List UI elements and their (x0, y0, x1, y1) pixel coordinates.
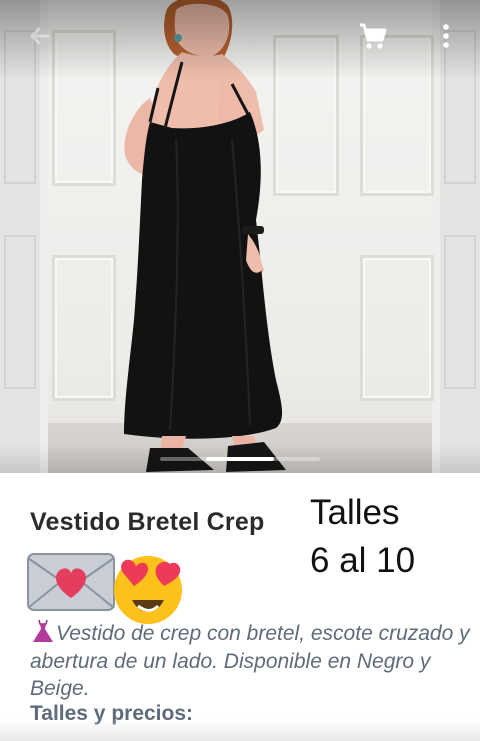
sizes-callout-line2: 6 al 10 (310, 541, 416, 580)
product-title: Vestido Bretel Crep (30, 508, 265, 536)
heart-eyes-emoji (114, 556, 182, 624)
dress-emoji (30, 619, 56, 643)
arrow-left-icon[interactable] (22, 18, 58, 54)
emoji-row (26, 548, 196, 626)
more-vertical-icon[interactable] (428, 18, 464, 54)
description-text: Vestido de crep con bretel, escote cruza… (30, 622, 470, 700)
love-letter-emoji (27, 553, 115, 611)
shopping-cart-icon[interactable] (354, 18, 390, 54)
image-pager-indicator (206, 457, 274, 461)
product-description: Vestido de crep con bretel, escote cruza… (30, 619, 470, 703)
product-image-gallery[interactable] (0, 0, 480, 473)
sizes-callout-line1: Talles (310, 493, 400, 532)
